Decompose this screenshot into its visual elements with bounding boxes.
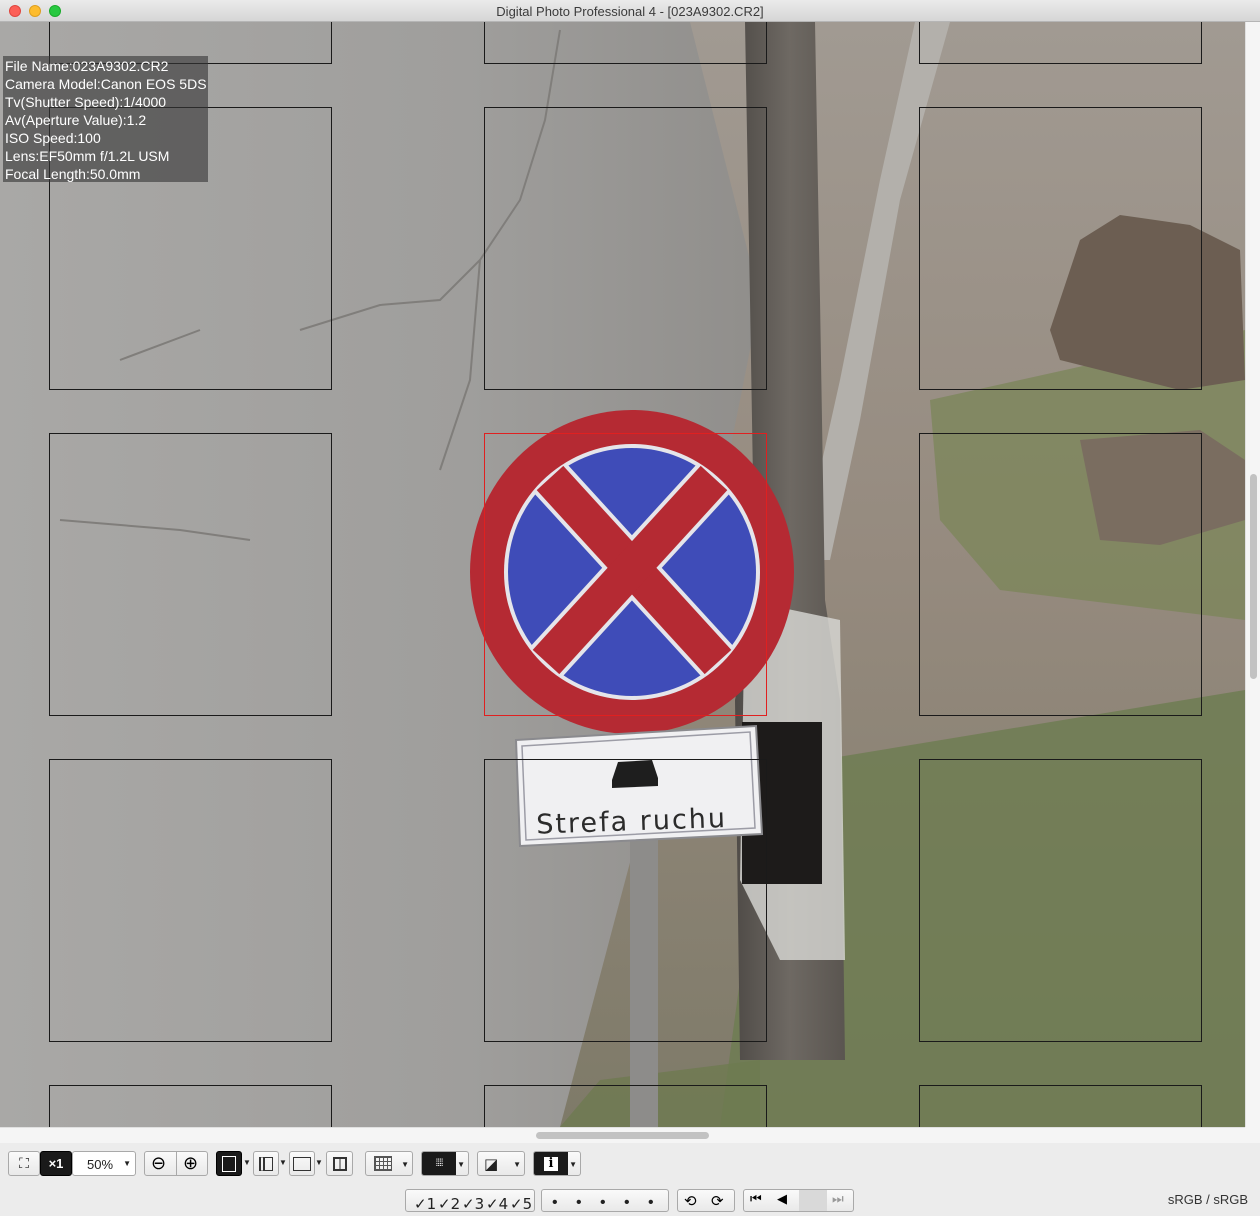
single-view-icon [222,1155,236,1172]
chevron-down-icon[interactable]: ▼ [315,1158,323,1167]
zoom-buttons-group: ⊖ ⊕ [144,1151,208,1176]
check-mark-1-button[interactable]: ✓1 [414,1195,436,1213]
info-icon: i [534,1152,568,1175]
rotate-right-icon[interactable]: ⟳ [711,1192,724,1210]
info-shutter-speed: Tv(Shutter Speed):1/4000 [5,94,167,110]
first-image-icon[interactable]: ⏮ [750,1192,762,1207]
highlight-warning-icon: ◪ [484,1154,499,1173]
photo-canvas: Strefa ruchu [0,22,1245,1127]
scroll-corner [1245,1127,1260,1143]
check-mark-2-button[interactable]: ✓2 [438,1195,460,1213]
no-stopping-sign [470,410,794,734]
compare-vertical-icon [259,1156,273,1171]
zoom-level-select[interactable]: 50% ▼ [72,1151,136,1176]
title-bar: Digital Photo Professional 4 - [023A9302… [0,0,1260,22]
info-camera-model: Camera Model:Canon EOS 5DS [5,76,207,92]
highlight-warning-button[interactable]: ◪ ▼ [477,1151,525,1176]
navigation-position [799,1190,827,1211]
info-focal-length: Focal Length:50.0mm [5,166,141,182]
window-title: Digital Photo Professional 4 - [023A9302… [496,4,764,19]
info-lens: Lens:EF50mm f/1.2L USM [5,148,170,164]
info-iso: ISO Speed:100 [5,130,101,146]
car-pictogram [612,760,658,788]
zone-plate: Strefa ruchu [514,724,764,848]
zoom-out-icon[interactable]: ⊖ [151,1153,166,1174]
info-glyph: i [544,1156,558,1171]
compare-horizontal-button[interactable] [289,1151,315,1176]
viewer-toolbar: ⛶ ×1 50% ▼ ⊖ ⊕ ▼ ▼ ▼ ▼ ⁞⁞⁞⁞ ▼ ◪ ▼ i ▼ [0,1143,1260,1183]
horizontal-scrollbar[interactable] [0,1127,1245,1143]
rating-dot-3[interactable]: • [600,1194,606,1212]
check-mark-group: ✓1 ✓2 ✓3 ✓4 ✓5 [405,1189,535,1213]
chevron-down-icon: ▼ [123,1159,131,1168]
single-view-button[interactable] [216,1151,242,1176]
chevron-down-icon: ▼ [513,1160,521,1169]
fit-to-window-button[interactable]: ⛶ [8,1151,40,1176]
af-point-icon: ⁞⁞⁞⁞ [422,1152,456,1175]
color-space-indicator: sRGB / sRGB [1167,1192,1248,1207]
rotate-left-icon[interactable]: ⟲ [684,1192,697,1210]
fit-window-icon: ⛶ [19,1155,29,1172]
last-image-icon[interactable]: ⏭ [832,1192,844,1207]
multi-view-icon [332,1156,347,1171]
compare-vertical-button[interactable] [253,1151,279,1176]
rotate-group: ⟲ ⟳ [677,1189,735,1212]
rating-dot-5[interactable]: • [648,1194,654,1212]
multi-view-button[interactable] [326,1151,353,1176]
info-file-name: File Name:023A9302.CR2 [5,58,169,74]
check-mark-3-button[interactable]: ✓3 [462,1195,484,1213]
info-aperture: Av(Aperture Value):1.2 [5,112,147,128]
check-mark-5-button[interactable]: ✓5 [510,1195,532,1213]
star-rating-group: • • • • • [541,1189,669,1212]
chevron-down-icon[interactable]: ▼ [243,1158,251,1167]
af-point-display-button[interactable]: ⁞⁞⁞⁞ ▼ [421,1151,469,1176]
horizontal-scroll-thumb[interactable] [536,1132,709,1139]
vertical-scroll-thumb[interactable] [1250,474,1257,679]
chevron-down-icon: ▼ [569,1160,577,1169]
image-viewer[interactable]: Strefa ruchu File Name:023A9302.CR2 Came… [0,22,1245,1127]
grid-icon [374,1156,392,1171]
divider [176,1152,177,1175]
zoom-100-button[interactable]: ×1 [40,1151,72,1176]
zoom-in-icon[interactable]: ⊕ [183,1153,198,1174]
grid-display-button[interactable]: ▼ [365,1151,413,1176]
zoom-level-value: 50% [87,1157,114,1172]
navigation-group: ⏮ ◀ ⏭ [743,1189,854,1212]
rating-dot-2[interactable]: • [576,1194,582,1212]
previous-image-icon[interactable]: ◀ [777,1192,787,1207]
status-bar: ✓1 ✓2 ✓3 ✓4 ✓5 • • • • • ⟲ ⟳ ⏮ ◀ ⏭ sRGB … [0,1183,1260,1216]
shooting-info-button[interactable]: i ▼ [533,1151,581,1176]
vertical-scrollbar[interactable] [1245,22,1260,1127]
chevron-down-icon[interactable]: ▼ [279,1158,287,1167]
check-mark-4-button[interactable]: ✓4 [486,1195,508,1213]
rating-dot-4[interactable]: • [624,1194,630,1212]
compare-horizontal-icon [293,1156,311,1171]
shooting-info-overlay: File Name:023A9302.CR2 Camera Model:Cano… [3,56,208,182]
chevron-down-icon: ▼ [457,1160,465,1169]
rating-dot-1[interactable]: • [552,1194,558,1212]
chevron-down-icon: ▼ [401,1160,409,1169]
